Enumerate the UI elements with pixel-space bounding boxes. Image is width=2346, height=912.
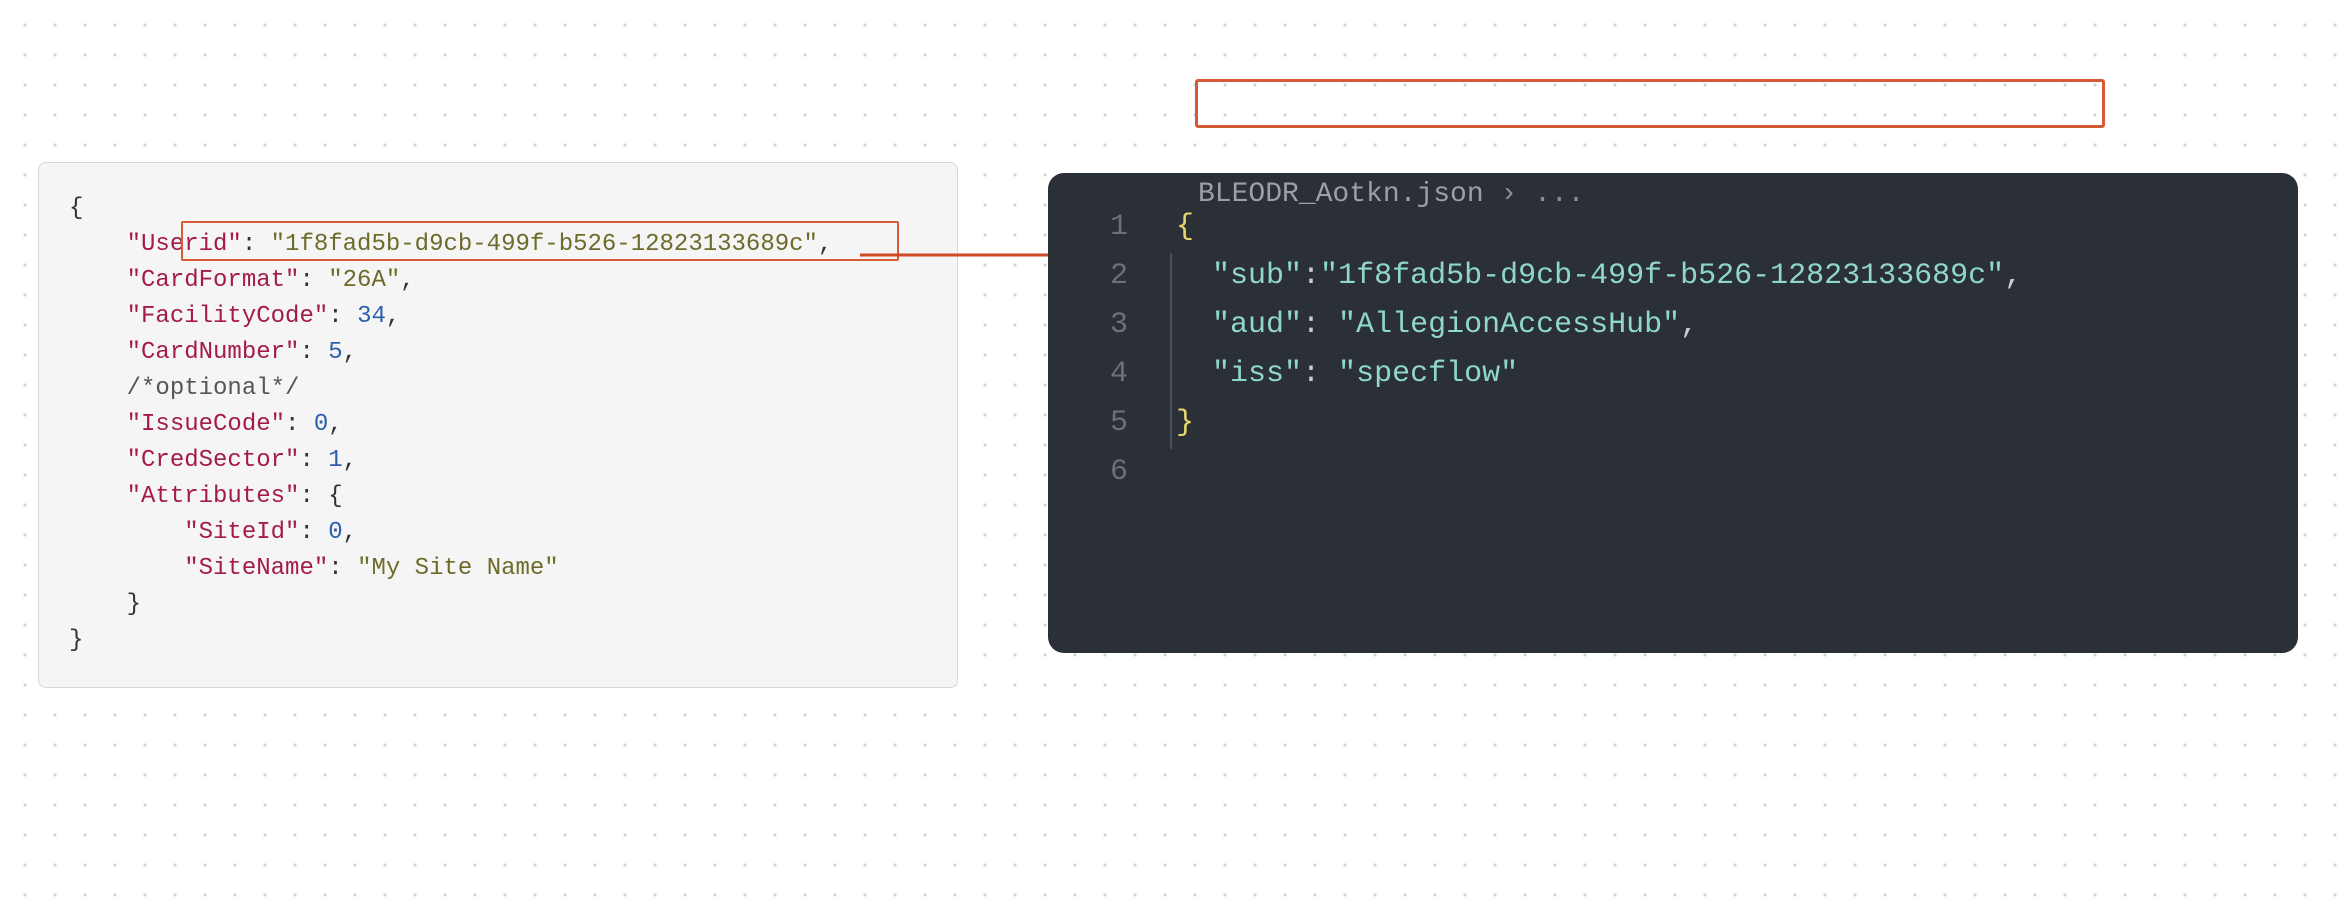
facilitycode-value: 34 xyxy=(357,303,386,330)
highlight-sub xyxy=(1195,79,2105,128)
sitename-value: My Site Name xyxy=(371,555,544,582)
aud-value: AllegionAccessHub xyxy=(1356,308,1662,342)
json-request-panel: { "Userid": "1f8fad5b-d9cb-499f-b526-128… xyxy=(38,162,958,688)
diagram-canvas: { "Userid": "1f8fad5b-d9cb-499f-b526-128… xyxy=(0,0,2346,912)
optional-comment: /*optional*/ xyxy=(127,375,300,402)
jwt-token-panel: BLEODR_Aotkn.json › ... 1 2 3 4 5 6 { "s… xyxy=(1048,173,2298,653)
cardnumber-value: 5 xyxy=(328,339,342,366)
userid-value: 1f8fad5b-d9cb-499f-b526-12823133689c xyxy=(285,231,803,258)
line-gutter: 1 2 3 4 5 6 xyxy=(1048,203,1146,497)
siteid-value: 0 xyxy=(328,519,342,546)
sub-value: 1f8fad5b-d9cb-499f-b526-12823133689c xyxy=(1338,259,1986,293)
issuecode-value: 0 xyxy=(314,411,328,438)
credsector-value: 1 xyxy=(328,447,342,474)
iss-value: specflow xyxy=(1356,357,1500,391)
cardformat-value: 26A xyxy=(343,267,386,294)
